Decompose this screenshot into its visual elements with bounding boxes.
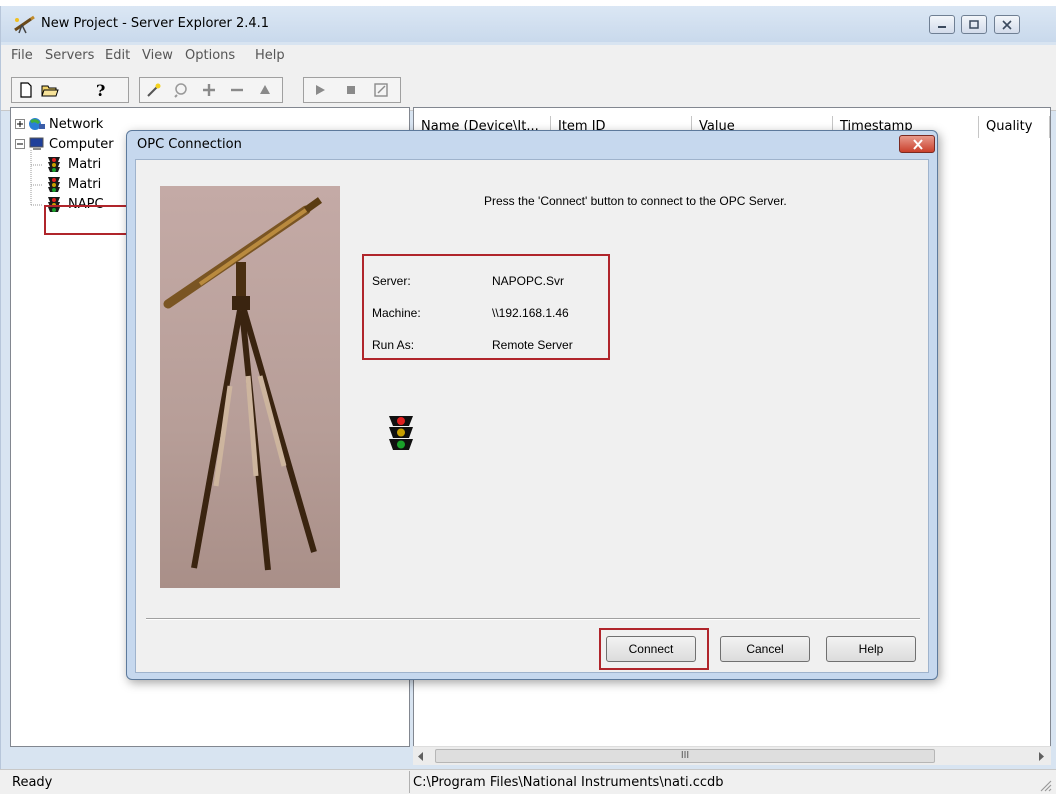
wizard-button[interactable] [143,80,165,100]
toolbar: ? [1,67,1056,111]
scroll-thumb[interactable]: III [435,749,935,763]
dialog-body: Press the 'Connect' button to connect to… [135,159,929,673]
server-value: NAPOPC.Svr [492,274,565,288]
add-button[interactable] [198,80,220,100]
close-icon [913,139,923,150]
menu-options[interactable]: Options [185,48,235,63]
about-icon: ? [96,81,105,99]
maximize-icon [969,20,979,29]
minimize-button[interactable] [929,15,955,34]
machine-label: Machine: [372,306,421,320]
svg-text:?: ? [96,81,105,99]
scroll-right-icon[interactable] [1037,752,1045,761]
traffic-light-icon [389,416,413,450]
add-icon [203,84,215,96]
window-title: New Project - Server Explorer 2.4.1 [41,16,270,31]
dialog-title: OPC Connection [137,137,242,152]
tree-label-server: Matri [68,177,102,192]
browse-icon [174,83,187,98]
play-button[interactable] [309,80,331,100]
opc-connection-dialog: OPC Connection Press the 'Connect' butto… [126,130,938,680]
remove-button[interactable] [226,80,248,100]
toolbar-group-file: ? [11,77,129,103]
maximize-button[interactable] [961,15,987,34]
browse-button[interactable] [170,80,192,100]
tree-label-computer: Computer [49,137,114,152]
play-icon [316,85,325,95]
menu-view[interactable]: View [142,48,173,63]
new-file-button[interactable] [15,80,37,100]
status-bar: Ready C:\Program Files\National Instrume… [0,769,1056,794]
connection-info-box: Server: NAPOPC.Svr Machine: \\192.168.1.… [362,254,610,360]
menu-bar: File Servers Edit View Options Help [1,45,1056,67]
about-button[interactable]: ? [90,80,112,100]
log-button[interactable] [370,80,392,100]
cancel-button[interactable]: Cancel [720,636,810,662]
stop-icon [347,86,355,94]
dialog-instruction: Press the 'Connect' button to connect to… [484,194,787,208]
machine-value: \\192.168.1.46 [492,306,569,320]
dialog-close-button[interactable] [899,135,935,153]
app-telescope-icon [13,14,35,34]
up-icon [260,85,270,94]
open-button[interactable] [39,80,61,100]
minimize-icon [938,26,946,28]
title-bar[interactable]: New Project - Server Explorer 2.4.1 [1,6,1056,42]
new-file-icon [20,82,32,98]
menu-edit[interactable]: Edit [105,48,130,63]
status-text: Ready [12,775,53,790]
tree-label-server: Matri [68,157,102,172]
tree-label-network: Network [49,117,104,132]
stop-button[interactable] [340,80,362,100]
toolbar-group-run [303,77,401,103]
remove-icon [231,88,243,92]
close-button[interactable] [994,15,1020,34]
up-button[interactable] [254,80,276,100]
menu-help[interactable]: Help [255,48,285,63]
log-icon [374,83,388,97]
toolbar-group-server [139,77,283,103]
wizard-icon [147,83,161,97]
horizontal-scrollbar[interactable]: III [413,746,1051,765]
server-label: Server: [372,274,411,288]
scroll-left-icon[interactable] [417,752,425,761]
status-path: C:\Program Files\National Instruments\na… [413,775,724,790]
resize-grip-icon[interactable] [1038,778,1052,792]
dialog-separator [146,618,920,620]
menu-file[interactable]: File [11,48,33,63]
close-icon [1002,20,1012,30]
open-folder-icon [41,85,59,97]
help-button[interactable]: Help [826,636,916,662]
telescope-photo [160,186,340,588]
menu-servers[interactable]: Servers [45,48,94,63]
status-divider [409,771,410,793]
run-as-label: Run As: [372,338,415,352]
column-header-quality[interactable]: Quality [979,116,1050,138]
connect-highlight [599,628,709,670]
run-as-value: Remote Server [492,338,573,352]
